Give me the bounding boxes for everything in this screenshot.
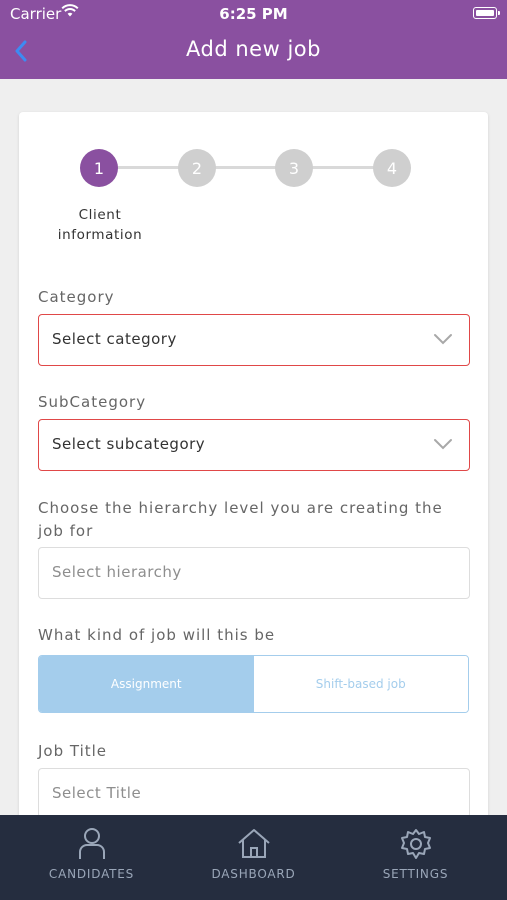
stepper-line — [100, 166, 390, 169]
subcategory-label: SubCategory — [38, 393, 147, 411]
step-3: 3 — [275, 149, 313, 187]
step-4: 4 — [373, 149, 411, 187]
job-title-placeholder: Select Title — [52, 784, 142, 802]
home-icon — [237, 829, 270, 858]
tab-candidates-label: CANDIDATES — [48, 867, 135, 881]
subcategory-select[interactable]: Select subcategory — [38, 419, 470, 471]
job-title-field[interactable]: Select Title — [38, 768, 470, 818]
chevron-down-icon — [434, 439, 452, 450]
hierarchy-select[interactable]: Select hierarchy — [38, 547, 470, 599]
status-bar: Carrier 6:25 PM — [0, 0, 507, 28]
tab-candidates[interactable]: CANDIDATES — [7, 815, 176, 900]
gear-icon — [400, 829, 431, 859]
job-title-label: Job Title — [38, 742, 108, 760]
step-1: 1 — [80, 149, 118, 187]
category-select[interactable]: Select category — [38, 314, 470, 366]
navigation-header: Carrier 6:25 PM Add new job — [0, 0, 507, 79]
chevron-down-icon — [434, 334, 452, 345]
category-select-value: Select category — [52, 330, 177, 348]
battery-icon — [473, 7, 500, 19]
bottom-tab-bar: CANDIDATES DASHBOARD SETTINGS — [0, 815, 507, 900]
step-2: 2 — [178, 149, 216, 187]
status-time: 6:25 PM — [219, 5, 288, 23]
tab-settings-label: SETTINGS — [382, 867, 449, 881]
active-step-label: Client information — [57, 207, 143, 243]
subcategory-select-value: Select subcategory — [52, 435, 206, 453]
page-title: Add new job — [186, 37, 321, 61]
job-kind-label: What kind of job will this be — [38, 626, 276, 644]
segment-assignment[interactable]: Assignment — [39, 656, 254, 712]
hierarchy-label: Choose the hierarchy level you are creat… — [38, 499, 443, 540]
tab-dashboard[interactable]: DASHBOARD — [169, 815, 338, 900]
category-label: Category — [38, 288, 115, 306]
hierarchy-placeholder: Select hierarchy — [52, 563, 182, 581]
person-icon — [78, 828, 105, 859]
tab-dashboard-label: DASHBOARD — [211, 867, 296, 881]
tab-settings[interactable]: SETTINGS — [331, 815, 500, 900]
segment-shift-based-job[interactable]: Shift-based job — [253, 656, 468, 712]
job-kind-segmented-control: Assignment Shift-based job — [38, 655, 469, 713]
